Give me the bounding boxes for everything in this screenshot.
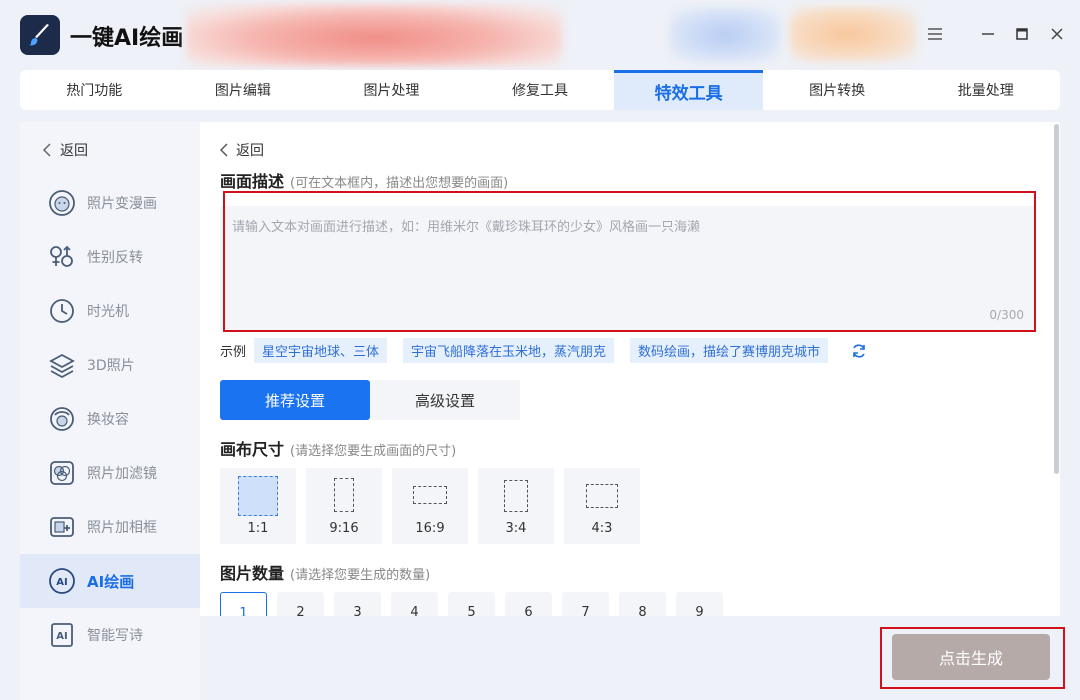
description-input[interactable] xyxy=(220,206,1036,330)
canvas-size-title: 画布尺寸 (请选择您要生成画面的尺寸) xyxy=(220,440,457,459)
sidebar-back-button[interactable]: 返回 xyxy=(42,140,88,160)
sidebar-item-photo-frame[interactable]: 照片加相框 xyxy=(20,500,200,554)
sidebar: 返回 照片变漫画 性别反转 时光机 3D照片 换妆容 照片加滤镜 照片加相框 A… xyxy=(20,122,200,700)
main-panel: 返回 画面描述(可在文本框内，描述出您想要的画面) 0/300 示例 星空宇宙地… xyxy=(200,122,1060,616)
size-option-9-16[interactable]: 9:16 xyxy=(306,468,382,544)
ratio-shape xyxy=(504,480,528,512)
brush-icon xyxy=(20,15,60,55)
ratio-shape xyxy=(238,476,278,516)
size-option-16-9[interactable]: 16:9 xyxy=(392,468,468,544)
layers-icon xyxy=(48,351,76,379)
refresh-icon[interactable] xyxy=(850,342,868,360)
svg-text:AI: AI xyxy=(56,577,67,588)
sidebar-item-ai-poem[interactable]: AI 智能写诗 xyxy=(20,608,200,662)
maximize-icon[interactable] xyxy=(1010,22,1034,46)
minimize-icon[interactable] xyxy=(976,22,1000,46)
count-option[interactable]: 6 xyxy=(505,592,552,616)
chevron-left-icon xyxy=(220,143,228,157)
ratio-shape xyxy=(413,486,447,504)
cartoon-face-icon xyxy=(48,189,76,217)
count-option[interactable]: 8 xyxy=(619,592,666,616)
filter-icon xyxy=(48,459,76,487)
count-option[interactable]: 2 xyxy=(277,592,324,616)
tab-image-edit[interactable]: 图片编辑 xyxy=(169,70,318,110)
sidebar-item-gender-swap[interactable]: 性别反转 xyxy=(20,230,200,284)
sidebar-item-ai-painting[interactable]: AI AI绘画 xyxy=(20,554,200,608)
canvas-size-options: 1:1 9:16 16:9 3:4 4:3 xyxy=(220,468,640,544)
tab-recommended-settings[interactable]: 推荐设置 xyxy=(220,380,370,420)
blurred-banner xyxy=(186,4,562,66)
chevron-left-icon xyxy=(42,143,51,157)
size-option-3-4[interactable]: 3:4 xyxy=(478,468,554,544)
description-title: 画面描述 (可在文本框内，描述出您想要的画面) xyxy=(220,172,509,191)
time-machine-icon xyxy=(48,297,76,325)
ratio-shape xyxy=(334,478,354,512)
example-chip[interactable]: 数码绘画，描绘了赛博朋克城市 xyxy=(630,338,829,363)
ratio-shape xyxy=(586,484,618,508)
sidebar-item-time-machine[interactable]: 时光机 xyxy=(20,284,200,338)
tab-effect-tools[interactable]: 特效工具 xyxy=(614,70,763,110)
tab-repair-tools[interactable]: 修复工具 xyxy=(466,70,615,110)
image-count-title: 图片数量 (请选择您要生成的数量) xyxy=(220,564,431,583)
sidebar-item-3d-photo[interactable]: 3D照片 xyxy=(20,338,200,392)
size-option-1-1[interactable]: 1:1 xyxy=(220,468,296,544)
sidebar-item-photo-filter[interactable]: 照片加滤镜 xyxy=(20,446,200,500)
examples-label: 示例 xyxy=(220,345,247,360)
size-option-4-3[interactable]: 4:3 xyxy=(564,468,640,544)
description-box: 0/300 xyxy=(220,206,1036,330)
svg-text:AI: AI xyxy=(56,631,67,642)
count-option[interactable]: 1 xyxy=(220,592,267,616)
tab-image-convert[interactable]: 图片转换 xyxy=(763,70,912,110)
tab-hot-features[interactable]: 热门功能 xyxy=(20,70,169,110)
count-option[interactable]: 5 xyxy=(448,592,495,616)
main-back-button[interactable]: 返回 xyxy=(220,140,264,160)
char-counter: 0/300 xyxy=(989,308,1024,322)
title-bar: 一键AI绘画 xyxy=(0,0,1080,70)
makeup-face-icon xyxy=(48,405,76,433)
count-option[interactable]: 3 xyxy=(334,592,381,616)
menu-icon[interactable] xyxy=(923,22,947,46)
example-chip[interactable]: 星空宇宙地球、三体 xyxy=(254,338,388,363)
count-option[interactable]: 7 xyxy=(562,592,609,616)
example-chip[interactable]: 宇宙飞船降落在玉米地，蒸汽朋克 xyxy=(403,338,615,363)
top-tabs: 热门功能 图片编辑 图片处理 修复工具 特效工具 图片转换 批量处理 xyxy=(20,70,1060,110)
sidebar-item-makeup[interactable]: 换妆容 xyxy=(20,392,200,446)
tab-image-process[interactable]: 图片处理 xyxy=(317,70,466,110)
tab-batch-process[interactable]: 批量处理 xyxy=(911,70,1060,110)
count-option[interactable]: 4 xyxy=(391,592,438,616)
image-count-options: 1 2 3 4 5 6 7 8 9 xyxy=(220,592,723,616)
sidebar-item-photo-to-cartoon[interactable]: 照片变漫画 xyxy=(20,176,200,230)
main-scrollbar[interactable] xyxy=(1054,124,1059,474)
gender-icon xyxy=(48,243,76,271)
frame-icon xyxy=(48,513,76,541)
count-option[interactable]: 9 xyxy=(676,592,723,616)
blurred-banner xyxy=(790,6,916,62)
generate-button[interactable]: 点击生成 xyxy=(892,634,1050,680)
examples-row: 示例 星空宇宙地球、三体 宇宙飞船降落在玉米地，蒸汽朋克 数码绘画，描绘了赛博朋… xyxy=(220,338,868,363)
ai-poem-icon: AI xyxy=(48,621,76,649)
close-icon[interactable] xyxy=(1045,22,1069,46)
ai-painting-icon: AI xyxy=(48,567,76,595)
tab-advanced-settings[interactable]: 高级设置 xyxy=(370,380,520,420)
settings-tabs: 推荐设置 高级设置 xyxy=(220,380,520,420)
app-title: 一键AI绘画 xyxy=(70,26,184,51)
blurred-banner xyxy=(670,8,780,62)
